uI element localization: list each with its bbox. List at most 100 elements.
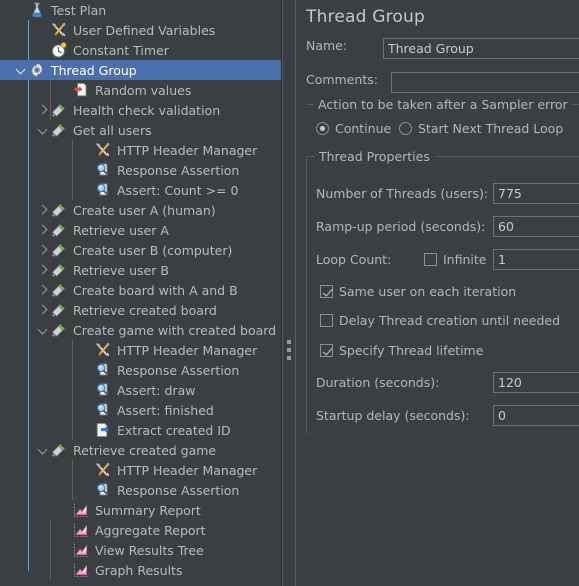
tree-toggle-collapsed-icon[interactable] xyxy=(36,200,50,220)
comments-input[interactable] xyxy=(391,72,579,93)
checkbox-specify-thread-lifetime[interactable] xyxy=(320,344,333,357)
tree-toggle-spacer xyxy=(80,360,94,380)
listener-icon xyxy=(72,521,90,539)
sampler-icon xyxy=(50,321,68,339)
tree-toggle-spacer xyxy=(80,180,94,200)
loop-count-input[interactable] xyxy=(493,249,579,270)
post-processor-icon xyxy=(94,421,112,439)
tree-item-label: Create user B (computer) xyxy=(73,242,233,258)
listener-icon xyxy=(72,561,90,579)
infinite-checkbox-row[interactable]: Infinite xyxy=(424,252,486,267)
duration-label: Duration (seconds): xyxy=(316,375,440,390)
config-element-icon xyxy=(94,461,112,479)
loop-count-label: Loop Count: xyxy=(316,252,392,267)
tree-toggle-collapsed-icon[interactable] xyxy=(36,220,50,240)
tree-toggle-collapsed-icon[interactable] xyxy=(36,280,50,300)
splitter-grip-icon[interactable] xyxy=(287,340,291,364)
continue-radio-row[interactable]: Continue xyxy=(316,121,391,136)
tree-item-label: Response Assertion xyxy=(117,482,240,498)
tree-item-retrieve-created-board[interactable]: Retrieve created board xyxy=(0,300,281,320)
comments-label: Comments: xyxy=(306,72,378,87)
assertion-icon xyxy=(94,481,112,499)
checkbox-infinite[interactable] xyxy=(424,253,437,266)
test-plan-tree[interactable]: Test Plan User Defined Variables Constant … xyxy=(0,0,282,586)
tree-item-response-assertion[interactable]: Response Assertion xyxy=(0,480,281,500)
tree-toggle-expanded-icon[interactable] xyxy=(14,60,28,80)
tree-item-label: HTTP Header Manager xyxy=(117,342,258,358)
tree-toggle-expanded-icon[interactable] xyxy=(36,120,50,140)
ramp-up-input[interactable] xyxy=(493,216,579,237)
tree-toggle-spacer xyxy=(80,460,94,480)
tree-item-retrieve-user-b[interactable]: Retrieve user B xyxy=(0,260,281,280)
num-threads-label: Number of Threads (users): xyxy=(316,186,489,201)
sampler-icon xyxy=(50,301,68,319)
tree-item-assert-draw[interactable]: Assert: draw xyxy=(0,380,281,400)
tree-item-label: Assert: Count >= 0 xyxy=(117,182,239,198)
tree-item-assert-finished[interactable]: Assert: finished xyxy=(0,400,281,420)
tree-item-thread-group[interactable]: Thread Group xyxy=(0,60,281,80)
tree-item-random-values[interactable]: Random values xyxy=(0,80,281,100)
tree-item-label: Thread Group xyxy=(51,62,137,78)
tree-item-constant-timer[interactable]: Constant Timer xyxy=(0,40,281,60)
radio-continue-label: Continue xyxy=(335,121,392,136)
checkbox-infinite-label: Infinite xyxy=(443,252,487,267)
tree-toggle-spacer xyxy=(58,560,72,580)
tree-item-response-assertion[interactable]: Response Assertion xyxy=(0,160,281,180)
startup-delay-input[interactable] xyxy=(493,405,579,426)
tree-item-extract-created-id[interactable]: Extract created ID xyxy=(0,420,281,440)
checkbox-same-user-each-iteration[interactable] xyxy=(320,285,333,298)
name-row: Name: xyxy=(306,38,347,53)
tree-toggle-collapsed-icon[interactable] xyxy=(36,240,50,260)
tree-toggle-expanded-icon[interactable] xyxy=(36,440,50,460)
comments-row: Comments: xyxy=(306,72,378,87)
jmeter-window: Test Plan User Defined Variables Constant … xyxy=(0,0,579,586)
radio-continue[interactable] xyxy=(316,122,329,135)
assertion-icon xyxy=(94,161,112,179)
tree-toggle-spacer xyxy=(36,40,50,60)
tree-item-user-defined-variables[interactable]: User Defined Variables xyxy=(0,20,281,40)
tree-item-test-plan[interactable]: Test Plan xyxy=(0,0,281,20)
tree-toggle-collapsed-icon[interactable] xyxy=(36,300,50,320)
tree-item-label: View Results Tree xyxy=(95,542,204,558)
tree-item-http-header-manager[interactable]: HTTP Header Manager xyxy=(0,140,281,160)
tree-item-get-all-users[interactable]: Get all users xyxy=(0,120,281,140)
delay-thread-checkbox-row[interactable]: Delay Thread creation until needed xyxy=(320,313,560,328)
panel-splitter[interactable] xyxy=(282,0,296,586)
tree-item-view-results-tree[interactable]: View Results Tree xyxy=(0,540,281,560)
sampler-icon xyxy=(50,121,68,139)
tree-item-label: Graph Results xyxy=(95,562,183,578)
name-input[interactable] xyxy=(383,38,579,59)
tree-item-label: Response Assertion xyxy=(117,162,240,178)
thread-group-icon xyxy=(28,61,46,79)
radio-start-next-thread-loop[interactable] xyxy=(399,122,412,135)
tree-item-create-user-a-human[interactable]: Create user A (human) xyxy=(0,200,281,220)
tree-item-retrieve-created-game[interactable]: Retrieve created game xyxy=(0,440,281,460)
sampler-icon xyxy=(50,241,68,259)
tree-item-http-header-manager[interactable]: HTTP Header Manager xyxy=(0,340,281,360)
tree-item-create-user-b-computer[interactable]: Create user B (computer) xyxy=(0,240,281,260)
tree-item-aggregate-report[interactable]: Aggregate Report xyxy=(0,520,281,540)
tree-item-retrieve-user-a[interactable]: Retrieve user A xyxy=(0,220,281,240)
tree-toggle-collapsed-icon[interactable] xyxy=(36,100,50,120)
duration-input[interactable] xyxy=(493,372,579,393)
tree-item-label: Create board with A and B xyxy=(73,282,238,298)
tree-toggle-expanded-icon[interactable] xyxy=(36,320,50,340)
tree-item-assert-count-0[interactable]: Assert: Count >= 0 xyxy=(0,180,281,200)
tree-item-create-board-with-a-and-b[interactable]: Create board with A and B xyxy=(0,280,281,300)
start-next-loop-radio-row[interactable]: Start Next Thread Loop xyxy=(399,121,563,136)
tree-item-create-game-with-created-board[interactable]: Create game with created board xyxy=(0,320,281,340)
sampler-error-group-title: Action to be taken after a Sampler error xyxy=(314,97,572,112)
tree-item-response-assertion[interactable]: Response Assertion xyxy=(0,360,281,380)
same-user-checkbox-row[interactable]: Same user on each iteration xyxy=(320,284,516,299)
num-threads-input[interactable] xyxy=(493,183,579,204)
specify-lifetime-checkbox-row[interactable]: Specify Thread lifetime xyxy=(320,343,483,358)
tree-toggle-collapsed-icon[interactable] xyxy=(36,260,50,280)
sampler-icon xyxy=(50,221,68,239)
tree-item-summary-report[interactable]: Summary Report xyxy=(0,500,281,520)
tree-item-label: Constant Timer xyxy=(73,42,169,58)
tree-toggle-spacer xyxy=(80,400,94,420)
tree-item-graph-results[interactable]: Graph Results xyxy=(0,560,281,580)
tree-item-http-header-manager[interactable]: HTTP Header Manager xyxy=(0,460,281,480)
tree-item-health-check-validation[interactable]: Health check validation xyxy=(0,100,281,120)
checkbox-delay-thread-creation[interactable] xyxy=(320,314,333,327)
